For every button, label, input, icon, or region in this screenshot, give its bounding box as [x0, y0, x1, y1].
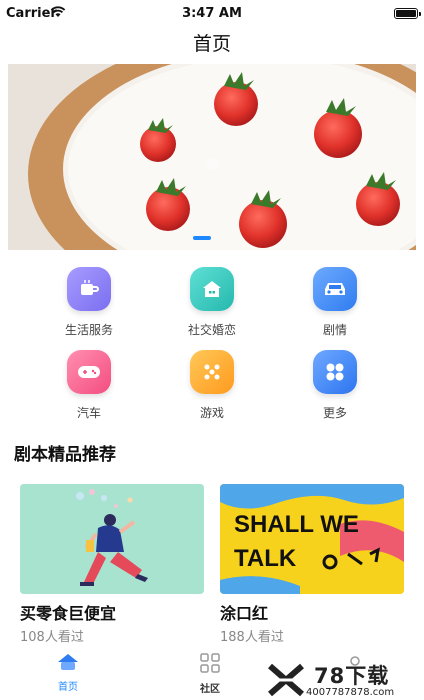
watermark-url: 4007787878.com — [306, 687, 395, 698]
watermark: 78下载 4007787878.com — [266, 660, 416, 700]
tab-home[interactable]: 首页 — [28, 652, 108, 693]
clock: 3:47 AM — [182, 6, 242, 21]
cup-icon — [67, 267, 111, 311]
category-games[interactable]: 游戏 — [152, 350, 272, 421]
card-title: 买零食巨便宜 — [20, 604, 117, 623]
card-image — [20, 484, 204, 594]
carousel-indicator — [193, 236, 211, 240]
category-label: 生活服务 — [64, 323, 113, 337]
tab-label: 社区 — [200, 684, 220, 695]
script-card[interactable]: 买零食巨便宜 108人看过 — [20, 484, 204, 645]
watermark-logo — [268, 663, 304, 697]
banner-carousel[interactable] — [8, 64, 416, 250]
gamepad-icon — [67, 350, 111, 394]
category-life-service[interactable]: 生活服务 — [29, 267, 149, 338]
tab-label: 首页 — [58, 682, 78, 693]
card-title: 涂口红 — [220, 604, 269, 623]
category-auto[interactable]: 汽车 — [29, 350, 149, 421]
card-image: SHALL WE TALK — [220, 484, 404, 594]
svg-text:TALK: TALK — [234, 545, 297, 572]
car-icon — [313, 267, 357, 311]
grid-icon — [200, 653, 220, 673]
status-bar: Carrier 3:47 AM — [0, 0, 424, 28]
page-title: 首页 — [192, 33, 231, 55]
script-card[interactable]: SHALL WE TALK 涂口红 188人看过 — [220, 484, 404, 645]
watermark-text: 78下载 — [314, 664, 390, 688]
category-more[interactable]: 更多 — [275, 350, 395, 421]
card-views: 108人看过 — [20, 630, 84, 645]
tab-community[interactable]: 社区 — [170, 652, 250, 695]
category-label: 更多 — [322, 406, 347, 420]
category-label: 剧情 — [322, 323, 347, 337]
category-drama[interactable]: 剧情 — [275, 267, 395, 338]
more-icon — [313, 350, 357, 394]
house-icon — [190, 267, 234, 311]
section-title: 剧本精品推荐 — [14, 445, 116, 465]
banner-image — [8, 64, 416, 250]
category-label: 社交婚恋 — [187, 323, 236, 337]
dots-icon — [190, 350, 234, 394]
card-art-text: SHALL WE — [234, 511, 359, 538]
battery-icon — [394, 8, 421, 19]
category-label: 汽车 — [76, 406, 101, 420]
home-icon — [58, 654, 78, 670]
category-label: 游戏 — [199, 406, 224, 420]
category-social-dating[interactable]: 社交婚恋 — [152, 267, 272, 338]
card-views: 188人看过 — [220, 630, 284, 645]
